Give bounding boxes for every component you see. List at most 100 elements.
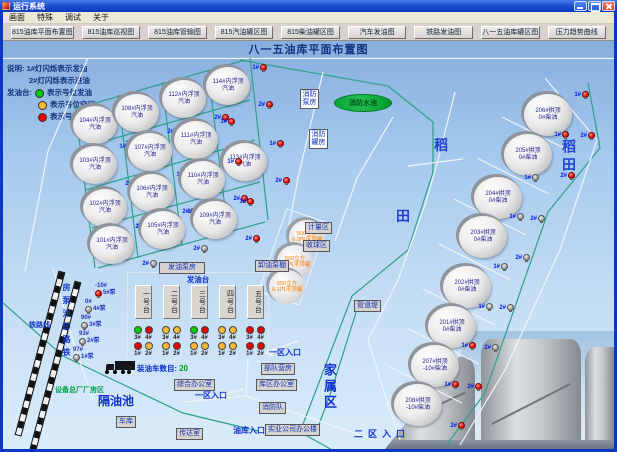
pig-receiver-label: 收球区 (303, 240, 330, 252)
station-light (162, 326, 170, 334)
nav-truck-loading[interactable]: 汽车发油图 (348, 26, 407, 39)
nav-rail-loading[interactable]: 铁路发油图 (414, 26, 473, 39)
gas-tank-108[interactable]: 108#内浮顶汽油1#2# (115, 94, 159, 132)
light-label: 4# (173, 335, 180, 341)
nav-gasoline-area[interactable]: 815汽油罐区图 (215, 26, 274, 39)
railway-line-label: 铁路线 (29, 320, 50, 330)
nav-pressure-trend[interactable]: 压力趋势曲线 (548, 26, 607, 39)
menu-debug[interactable]: 调试 (59, 12, 87, 23)
photo-ground (383, 440, 614, 449)
station-2[interactable]: 二号台 3#4# 1#2# (160, 285, 182, 357)
gas-tank-102[interactable]: 102#内浮顶汽油1#2# (83, 189, 127, 227)
fire-pump-house-label: 消防泵房 (300, 89, 319, 109)
menu-screen[interactable]: 画面 (3, 12, 31, 23)
nav-pipeline[interactable]: 815油库管输图 (148, 26, 207, 39)
station-3[interactable]: 三号台 3#4# 1#2# (188, 285, 210, 357)
gas-tank-107[interactable]: 107#内浮顶汽油1#2# (128, 133, 172, 171)
tank-label: 205#拱顶0#柴油 (504, 134, 552, 176)
nav-tank-area[interactable]: 八一五油库罐区图 (481, 26, 540, 39)
tank-label: 104#内浮顶汽油 (73, 106, 117, 144)
close-button[interactable] (602, 1, 615, 11)
minimize-button[interactable] (574, 1, 587, 11)
station-light (134, 326, 142, 334)
station-name: 一号台 (135, 285, 152, 319)
light-label: 3# (218, 335, 225, 341)
gas-tank-103[interactable]: 103#内浮顶汽油1#2# (73, 146, 117, 184)
legend-dot-red (38, 113, 47, 122)
gas-tank-106[interactable]: 106#内浮顶汽油1#2# (130, 174, 174, 212)
legend-dot-green (35, 89, 44, 98)
truck-counter: 装油车数目: 20 (137, 363, 188, 374)
station-name: 三号台 (191, 285, 208, 319)
gas-tank-110[interactable]: 110#内浮顶汽油1#2# (181, 161, 225, 199)
legend-station-label: 发油台: (7, 87, 32, 99)
title-bar[interactable]: 运行系统 (0, 0, 617, 12)
army-barracks-label: 部队营房 (261, 363, 295, 375)
tank-label: 108#内浮顶汽油 (115, 94, 159, 132)
legend-note-2: 2#灯闪烁表示进油 (7, 75, 95, 87)
fire-brigade-label: 消防队 (259, 402, 286, 414)
depot-gate-label: 油库入口 (233, 425, 265, 436)
light-label: 3# (246, 335, 253, 341)
station-light (145, 326, 153, 334)
diesel-tank-203[interactable]: 203#拱顶0#柴油1#2# (459, 216, 507, 258)
station-light (246, 326, 254, 334)
station-4[interactable]: 四号台 3#4# 1#2# (216, 285, 238, 357)
family-area-label: 家属区 (320, 363, 339, 411)
legend-label: 表示号位发油 (47, 87, 92, 99)
gas-tank-111[interactable]: 111#内浮顶汽油1#2# (174, 121, 218, 159)
company-office-label: 实业公司办公楼 (265, 424, 320, 436)
station-name: 五号台 (247, 285, 264, 319)
station-1[interactable]: 一号台 3#4# 1#2# (132, 285, 154, 357)
tank-lamp-1: 1# (220, 118, 235, 125)
diesel-tank-208[interactable]: 208#拱顶-10#柴油1#2# (394, 384, 442, 426)
reception-label: 传达室 (176, 428, 203, 440)
gas-tank-104[interactable]: 104#内浮顶汽油1#2# (73, 106, 117, 144)
gas-tank-101[interactable]: 101#内浮顶汽油1#2# (90, 226, 134, 264)
light-label: 2# (201, 351, 208, 357)
loading-rack: 发油台 一号台 3#4# 1#2# 二号台 3#4# 1#2# (127, 272, 269, 362)
tank-lamp-1: 1# (239, 198, 254, 205)
rail-pump-2: 93#2#泵 (79, 331, 100, 345)
tank-lamp-1: 1# (252, 64, 267, 71)
tank-label: 105#内浮顶汽油 (141, 211, 185, 249)
depot-office-label: 库区办公室 (256, 379, 297, 391)
equipment-plant-label: 设备总厂厂房区 (55, 385, 104, 395)
station-light (190, 326, 198, 334)
station-light (201, 342, 209, 350)
tank-lamp-1: 1# (478, 303, 493, 310)
gas-tank-105[interactable]: 105#内浮顶汽油1#2# (141, 211, 185, 249)
station-light (173, 326, 181, 334)
small-tank-6-1[interactable]: 500立方6-1内浮顶罐 (269, 270, 305, 304)
menu-special[interactable]: 特殊 (31, 12, 59, 23)
station-light (218, 326, 226, 334)
gas-tank-114[interactable]: 114#内浮顶汽油1#2# (206, 67, 250, 105)
tank-lamp-2: 2# (258, 101, 273, 108)
nav-inspection[interactable]: 815油库巡视图 (82, 26, 141, 39)
tank-lamp-1: 1# (269, 140, 284, 147)
gas-tank-112[interactable]: 112#内浮顶汽油1#2# (162, 80, 206, 118)
map-canvas: 八一五油库平面布置图 说明: 1#灯闪烁表示发油 2#灯闪烁表示进油 发油台: … (3, 41, 614, 449)
tank-lamp-1: 1# (444, 381, 459, 388)
gas-tank-109[interactable]: 109#内浮顶汽油1#2# (193, 201, 237, 239)
light-label: 4# (229, 335, 236, 341)
photo-tank (481, 339, 581, 441)
menu-about[interactable]: 关于 (87, 12, 115, 23)
legend-dot-yellow (38, 101, 47, 110)
station-light (134, 342, 142, 350)
light-label: 2# (229, 351, 236, 357)
diesel-tank-205[interactable]: 205#拱顶0#柴油1#2# (504, 134, 552, 176)
station-5[interactable]: 五号台 3#4# 1#2# (244, 285, 266, 357)
nav-diesel-area[interactable]: 815柴油罐区图 (281, 26, 340, 39)
maximize-button[interactable] (588, 1, 601, 11)
tank-lamp-1: 1# (554, 131, 569, 138)
tank-lamp-2: 2# (142, 260, 157, 267)
nav-plan-layout[interactable]: 815油库平面布置图 (11, 26, 74, 39)
light-label: 4# (257, 335, 264, 341)
diesel-tank-202[interactable]: 202#拱顶0#柴油1#2# (443, 266, 491, 308)
diesel-tank-206[interactable]: 206#拱顶0#柴油1#2# (524, 94, 572, 136)
railway-unloading-pump-house-label: 房泵油卸路铁 (61, 283, 72, 361)
light-label: 4# (201, 335, 208, 341)
light-label: 3# (162, 335, 169, 341)
tank-label: 107#内浮顶汽油 (128, 133, 172, 171)
